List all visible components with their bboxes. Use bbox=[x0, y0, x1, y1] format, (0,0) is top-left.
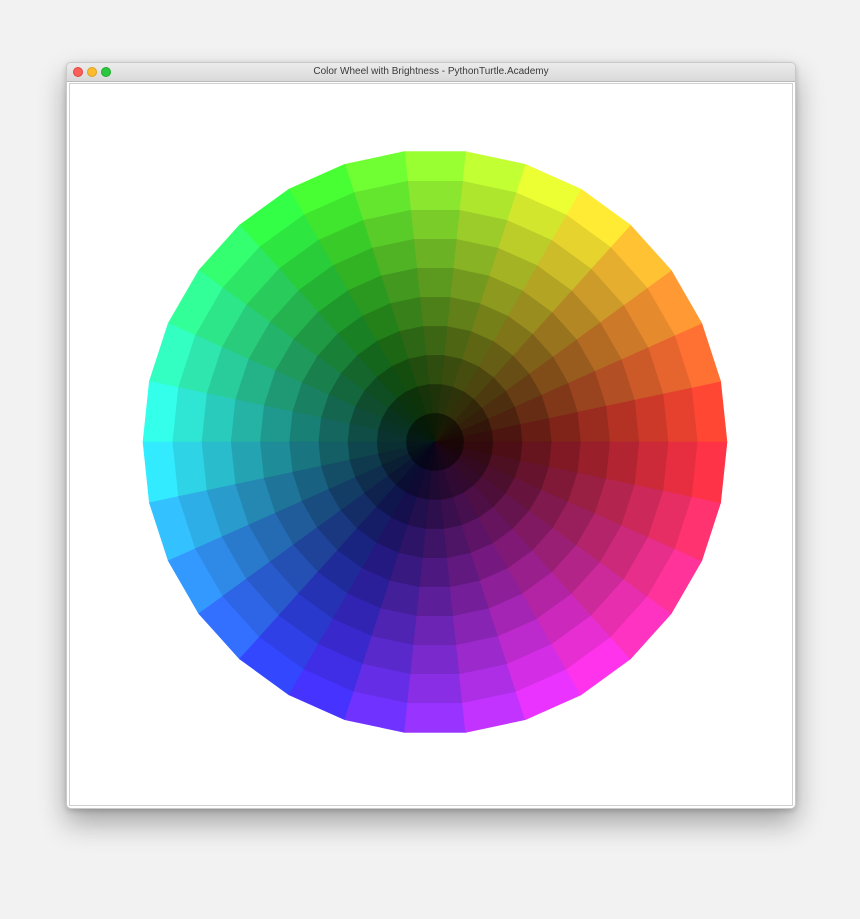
wheel-cell bbox=[634, 441, 669, 491]
wheel-cell bbox=[410, 209, 460, 240]
wheel-cell bbox=[142, 380, 179, 443]
wheel-cell bbox=[606, 399, 640, 443]
wheel-cell bbox=[422, 528, 448, 559]
wheel-cell bbox=[413, 615, 457, 646]
wheel-cell bbox=[230, 399, 264, 443]
wheel-cell bbox=[201, 393, 236, 443]
wheel-cell bbox=[404, 151, 466, 181]
wheel-cell bbox=[413, 238, 457, 269]
color-wheel bbox=[142, 151, 728, 733]
wheel-cell bbox=[416, 586, 454, 617]
wheel-cell bbox=[419, 557, 451, 588]
turtle-canvas bbox=[69, 83, 793, 806]
wheel-cell bbox=[577, 405, 611, 443]
wheel-cell bbox=[404, 703, 466, 733]
wheel-cell bbox=[259, 405, 293, 443]
wheel-cell bbox=[410, 644, 460, 675]
wheel-cell bbox=[230, 441, 264, 485]
wheel-cell bbox=[422, 325, 448, 356]
wheel-cell bbox=[142, 441, 179, 504]
wheel-cell bbox=[407, 674, 463, 704]
wheel-cell bbox=[416, 267, 454, 298]
wheel-cell bbox=[634, 393, 669, 443]
wheel-cell bbox=[407, 180, 463, 210]
wheel-cell bbox=[577, 441, 611, 479]
app-window: Color Wheel with Brightness - PythonTurt… bbox=[66, 62, 796, 809]
wheel-cell bbox=[691, 380, 728, 443]
wheel-cell bbox=[259, 441, 293, 479]
wheel-cell bbox=[691, 441, 728, 504]
title-bar[interactable]: Color Wheel with Brightness - PythonTurt… bbox=[67, 63, 795, 82]
window-title: Color Wheel with Brightness - PythonTurt… bbox=[313, 66, 549, 77]
wheel-cell bbox=[201, 441, 236, 491]
wheel-cell bbox=[419, 296, 451, 327]
wheel-cell bbox=[606, 441, 640, 485]
